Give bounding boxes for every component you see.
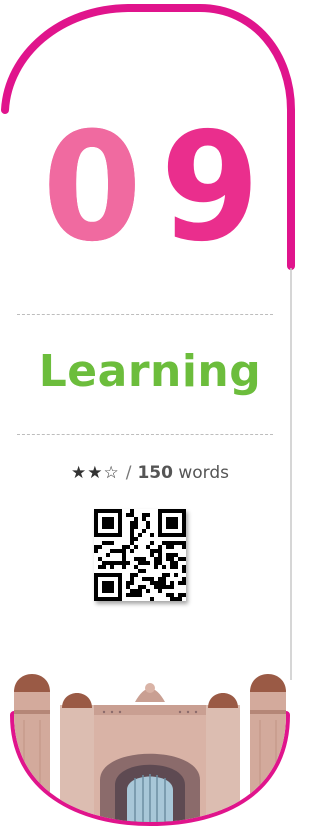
divider-top: [17, 314, 273, 315]
divider-bottom: [17, 434, 273, 435]
word-count: 150: [137, 463, 173, 483]
chapter-number-first-digit: 0: [42, 101, 142, 275]
lesson-title: Learning: [38, 346, 262, 397]
building-illustration: [14, 650, 286, 822]
chapter-number-second-digit: 9: [160, 101, 260, 275]
meta-separator: /: [125, 463, 132, 483]
lesson-meta: ★★☆/150 words: [0, 460, 300, 486]
word-unit: words: [178, 463, 230, 483]
qr-code-icon[interactable]: [94, 509, 186, 601]
difficulty-stars: ★★☆: [70, 463, 120, 483]
